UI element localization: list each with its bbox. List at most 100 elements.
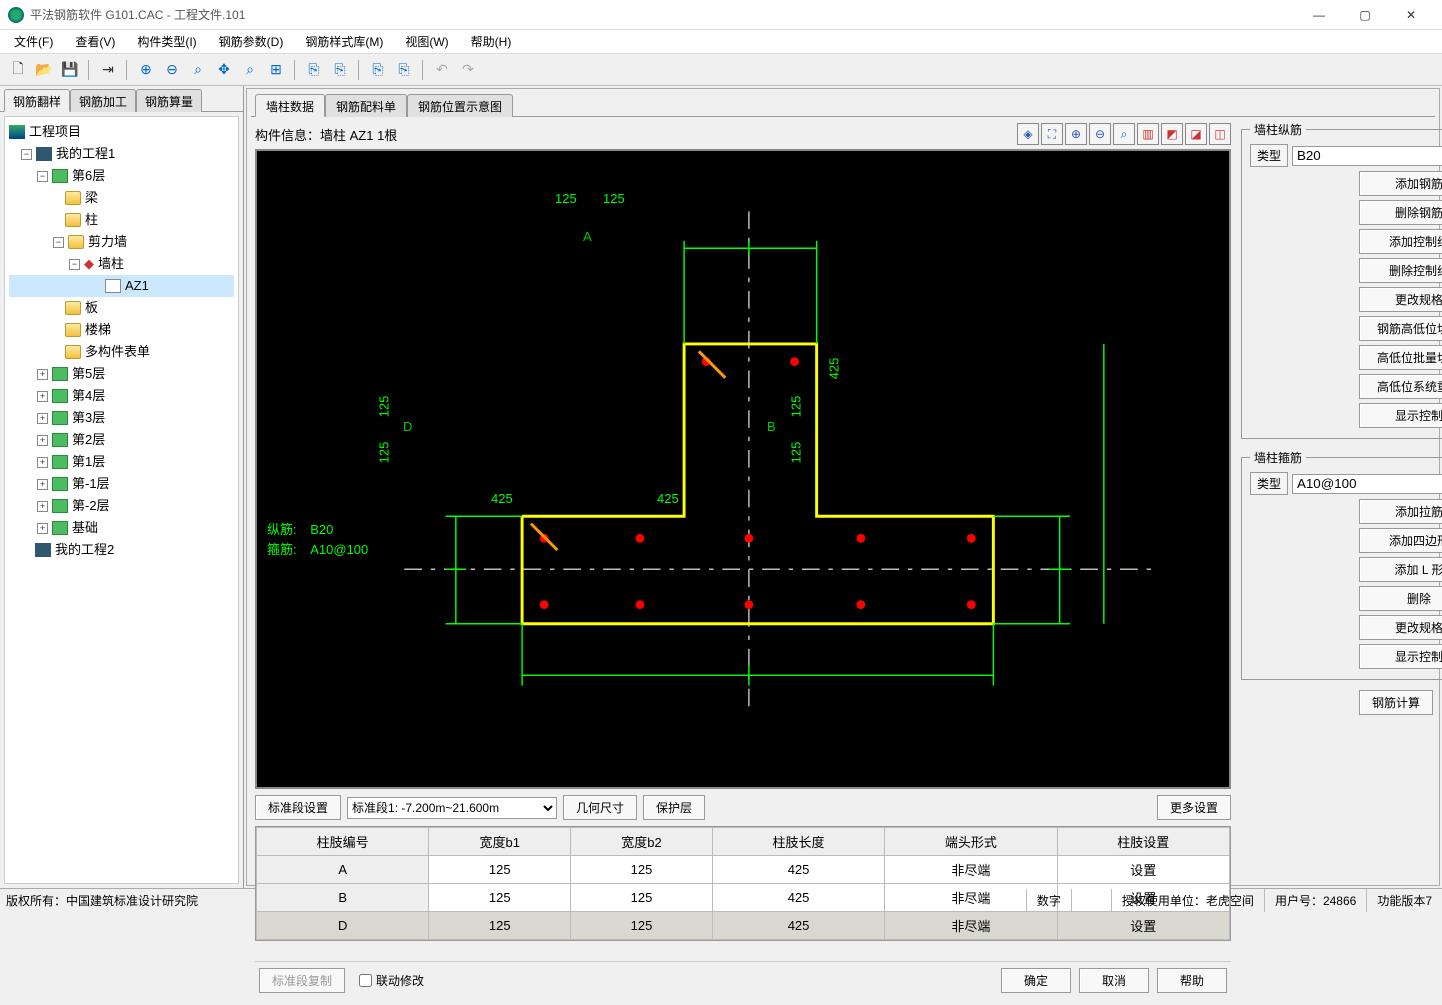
canvbtn-a[interactable]: ◩ (1161, 123, 1183, 145)
tree-beam[interactable]: 梁 (9, 187, 234, 209)
std-seg-settings-button[interactable]: 标准段设置 (255, 795, 341, 820)
tool-open[interactable]: 📂 (32, 58, 56, 82)
tree-az1[interactable]: AZ1 (9, 275, 234, 297)
zong-btn-spec[interactable]: 更改规格 (1359, 287, 1442, 312)
lefttab-suanliang[interactable]: 钢筋算量 (136, 89, 202, 112)
right-pane: 墙柱数据 钢筋配料单 钢筋位置示意图 构件信息：墙柱 AZ1 1根 ◈ ⛶ ⊕ … (246, 88, 1440, 886)
tool-zoom-fit[interactable]: ⌕ (186, 58, 210, 82)
tree-floorm2[interactable]: +第-2层 (9, 495, 234, 517)
canvbtn-zoomout[interactable]: ⊖ (1089, 123, 1111, 145)
minimize-button[interactable]: — (1296, 0, 1342, 30)
tool-save[interactable]: 💾 (58, 58, 82, 82)
zongjin-label: 纵筋: (267, 522, 297, 537)
cancel-button[interactable]: 取消 (1079, 968, 1149, 993)
zong-btn-add[interactable]: 添加钢筋 (1359, 171, 1442, 196)
gu-btn-addl[interactable]: 添加 L 形 (1359, 557, 1442, 582)
tree-column[interactable]: 柱 (9, 209, 234, 231)
tree-proj2[interactable]: 我的工程2 (9, 539, 234, 561)
dim-125l1: 125 (376, 396, 391, 418)
zong-btn-del[interactable]: 删除钢筋 (1359, 200, 1442, 225)
tool-d[interactable]: ⎘ (392, 58, 416, 82)
menu-file[interactable]: 文件(F) (4, 30, 63, 53)
zong-btn-addline[interactable]: 添加控制线 (1359, 229, 1442, 254)
gu-btn-addtie[interactable]: 添加拉筋 (1359, 499, 1442, 524)
canvbtn-fit[interactable]: ⛶ (1041, 123, 1063, 145)
tab-rebar-position[interactable]: 钢筋位置示意图 (407, 94, 513, 117)
link-edit-checkbox[interactable]: 联动修改 (359, 972, 424, 989)
tree-floor4[interactable]: +第4层 (9, 385, 234, 407)
toolbar: 🗋 📂 💾 ⇥ ⊕ ⊖ ⌕ ✥ ⌕ ⊞ ⎘ ⎘ ⎘ ⎘ ↶ ↷ (0, 54, 1442, 86)
geometry-button[interactable]: 几何尺寸 (563, 795, 637, 820)
ok-button[interactable]: 确定 (1001, 968, 1071, 993)
zong-type-input[interactable] (1292, 146, 1442, 166)
tree-floor5[interactable]: +第5层 (9, 363, 234, 385)
menu-component-type[interactable]: 构件类型(I) (127, 30, 206, 53)
menu-rebar-library[interactable]: 钢筋样式库(M) (295, 30, 393, 53)
zong-btn-reset[interactable]: 高低位系统重置 (1359, 374, 1442, 399)
tool-zoom-out[interactable]: ⊖ (160, 58, 184, 82)
tree-wallcol[interactable]: −◆墙柱 (9, 253, 234, 275)
tree-shearwall[interactable]: −剪力墙 (9, 231, 234, 253)
grid-h3: 柱肢长度 (712, 828, 884, 856)
maximize-button[interactable]: ▢ (1342, 0, 1388, 30)
zong-btn-batch[interactable]: 高低位批量切换 (1359, 345, 1442, 370)
tool-zoom-window[interactable]: ⌕ (238, 58, 262, 82)
tree-floor1[interactable]: +第1层 (9, 451, 234, 473)
menu-help[interactable]: 帮助(H) (461, 30, 522, 53)
gu-btn-del[interactable]: 删除 (1359, 586, 1442, 611)
canvbtn-zoom[interactable]: ⌕ (1113, 123, 1135, 145)
tool-pan[interactable]: ✥ (212, 58, 236, 82)
canvbtn-ruler[interactable]: ▥ (1137, 123, 1159, 145)
drawing-canvas[interactable]: 125 125 A D B 425 425 425 125 125 125 12… (255, 149, 1231, 789)
status-ver: 功能版本7 (1366, 889, 1442, 912)
tool-a[interactable]: ⎘ (302, 58, 326, 82)
gu-btn-spec[interactable]: 更改规格 (1359, 615, 1442, 640)
gu-btn-addrect[interactable]: 添加四边形 (1359, 528, 1442, 553)
zong-btn-toggle[interactable]: 钢筋高低位切换 (1359, 316, 1442, 341)
tree-found[interactable]: +基础 (9, 517, 234, 539)
tool-export[interactable]: ⇥ (96, 58, 120, 82)
dim-125r1: 125 (788, 396, 803, 418)
menu-rebar-params[interactable]: 钢筋参数(D) (209, 30, 294, 53)
lefttab-fanyang[interactable]: 钢筋翻样 (4, 89, 70, 112)
help-button[interactable]: 帮助 (1157, 968, 1227, 993)
tree-floor6[interactable]: −第6层 (9, 165, 234, 187)
canvbtn-c[interactable]: ◫ (1209, 123, 1231, 145)
tree-slab[interactable]: 板 (9, 297, 234, 319)
project-tree[interactable]: 工程项目 −我的工程1 −第6层 梁 柱 −剪力墙 −◆墙柱 AZ1 板 楼梯 … (4, 116, 239, 884)
tool-undo[interactable]: ↶ (430, 58, 454, 82)
gu-btn-show[interactable]: 显示控制 (1359, 644, 1442, 669)
canvbtn-b[interactable]: ◪ (1185, 123, 1207, 145)
table-row: A 125 125 425 非尽端 设置 (257, 856, 1230, 884)
gu-type-input[interactable] (1292, 474, 1442, 494)
tree-root[interactable]: 工程项目 (9, 121, 234, 143)
close-button[interactable]: ✕ (1388, 0, 1434, 30)
tree-floor3[interactable]: +第3层 (9, 407, 234, 429)
tree-multi[interactable]: 多构件表单 (9, 341, 234, 363)
tool-b[interactable]: ⎘ (328, 58, 352, 82)
zong-btn-show[interactable]: 显示控制 (1359, 403, 1442, 428)
tree-floor2[interactable]: +第2层 (9, 429, 234, 451)
calc-button[interactable]: 钢筋计算 (1359, 690, 1433, 715)
menu-viewport[interactable]: 视图(W) (395, 30, 458, 53)
tool-zoom-extents[interactable]: ⊞ (264, 58, 288, 82)
tool-redo[interactable]: ↷ (456, 58, 480, 82)
tool-c[interactable]: ⎘ (366, 58, 390, 82)
tree-stair[interactable]: 楼梯 (9, 319, 234, 341)
more-settings-button[interactable]: 更多设置 (1157, 795, 1231, 820)
menu-view[interactable]: 查看(V) (65, 30, 125, 53)
lefttab-jiagong[interactable]: 钢筋加工 (70, 89, 136, 112)
canvbtn-origin[interactable]: ◈ (1017, 123, 1039, 145)
tab-wall-column-data[interactable]: 墙柱数据 (255, 94, 325, 117)
canvbtn-zoomin[interactable]: ⊕ (1065, 123, 1087, 145)
cover-button[interactable]: 保护层 (643, 795, 705, 820)
tree-floorm1[interactable]: +第-1层 (9, 473, 234, 495)
std-seg-select[interactable]: 标准段1: -7.200m~21.600m (347, 797, 557, 819)
tree-proj1[interactable]: −我的工程1 (9, 143, 234, 165)
tool-zoom-in[interactable]: ⊕ (134, 58, 158, 82)
tab-rebar-list[interactable]: 钢筋配料单 (325, 94, 407, 117)
grid-h0: 柱肢编号 (257, 828, 429, 856)
tool-new[interactable]: 🗋 (6, 58, 30, 82)
zong-btn-delline[interactable]: 删除控制线 (1359, 258, 1442, 283)
limb-grid[interactable]: 柱肢编号 宽度b1 宽度b2 柱肢长度 端头形式 柱肢设置 A 125 125 … (255, 826, 1231, 941)
